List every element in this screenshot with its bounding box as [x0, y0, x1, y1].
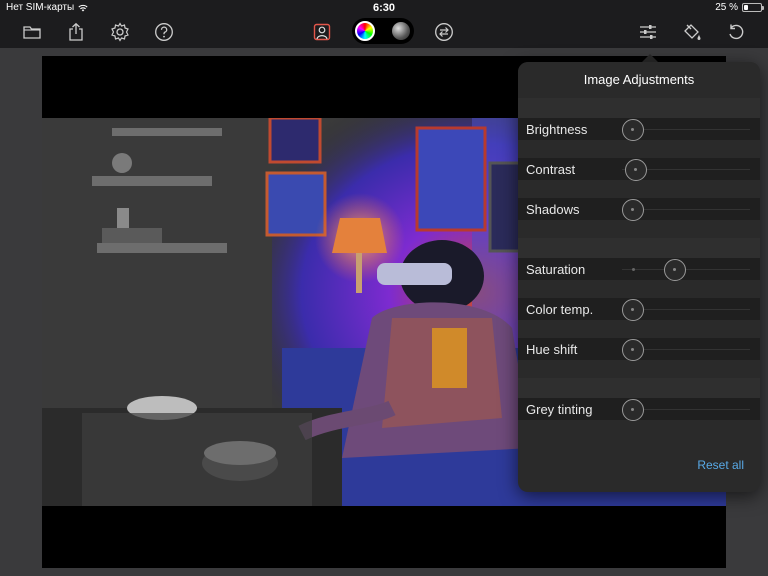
panel-separator [518, 98, 760, 118]
adjustment-row-grey-tinting: Grey tinting [518, 398, 760, 438]
status-bar: Нет SIM-карты 6:30 25 % [0, 0, 768, 16]
monochrome-icon[interactable] [392, 22, 410, 40]
slider-knob[interactable] [622, 339, 644, 361]
slider-knob[interactable] [622, 299, 644, 321]
adjustment-label: Brightness [526, 122, 588, 137]
share-icon [69, 22, 83, 41]
battery-fill [744, 5, 748, 10]
color-mode-toggle[interactable] [352, 18, 414, 44]
gear-icon [111, 22, 129, 42]
image-adjustments-panel: Image Adjustments Brightness Contrast Sh… [518, 62, 760, 492]
saturation-slider[interactable] [622, 259, 750, 281]
slider-knob[interactable] [622, 399, 644, 421]
adjustment-label: Hue shift [526, 342, 578, 357]
reset-all-button[interactable]: Reset all [697, 458, 744, 472]
battery-percent: 25 % [715, 2, 738, 13]
adjustments-button[interactable] [636, 20, 660, 44]
open-file-button[interactable] [20, 20, 44, 44]
battery-icon [742, 3, 764, 12]
battery-group: 25 % [715, 2, 764, 13]
folder-icon [23, 26, 41, 39]
panel-title: Image Adjustments [518, 62, 760, 98]
slider-knob[interactable] [622, 119, 644, 141]
slider-knob[interactable] [664, 259, 687, 281]
paint-bucket-icon [684, 24, 701, 40]
sliders-icon [640, 25, 656, 39]
portrait-mask-icon [313, 23, 331, 41]
share-button[interactable] [64, 20, 88, 44]
adjustment-label: Saturation [526, 262, 586, 277]
brightness-slider[interactable] [622, 119, 750, 141]
adjustment-label: Shadows [526, 202, 580, 217]
adjustment-label: Contrast [526, 162, 576, 177]
help-button[interactable] [152, 20, 176, 44]
fill-button[interactable] [680, 20, 704, 44]
mask-button[interactable] [310, 20, 334, 44]
undo-button[interactable] [724, 20, 748, 44]
settings-button[interactable] [108, 20, 132, 44]
contrast-slider[interactable] [622, 159, 750, 181]
slider-knob[interactable] [622, 199, 644, 221]
clock: 6:30 [372, 2, 396, 14]
hue-shift-slider[interactable] [622, 339, 750, 361]
color-temp-slider[interactable] [622, 299, 750, 321]
swap-icon [435, 23, 453, 41]
adjustment-label: Color temp. [526, 302, 594, 317]
adjustment-row-hue-shift: Hue shift [518, 338, 760, 378]
adjustment-row-saturation: Saturation [518, 258, 760, 298]
panel-separator [518, 378, 760, 398]
adjustment-row-contrast: Contrast [518, 158, 760, 198]
shadows-slider[interactable] [622, 199, 750, 221]
adjustment-row-shadows: Shadows [518, 198, 760, 238]
adjustment-row-color-temp: Color temp. [518, 298, 760, 338]
adjustment-row-brightness: Brightness [518, 118, 760, 158]
slider-center-mark [632, 268, 635, 271]
slider-knob[interactable] [625, 159, 648, 181]
swap-button[interactable] [432, 20, 456, 44]
grey-tinting-slider[interactable] [622, 399, 750, 421]
color-wheel-icon[interactable] [355, 21, 375, 41]
panel-separator [518, 238, 760, 258]
adjustment-label: Grey tinting [526, 402, 593, 417]
undo-icon [729, 24, 744, 40]
help-icon [155, 23, 173, 41]
